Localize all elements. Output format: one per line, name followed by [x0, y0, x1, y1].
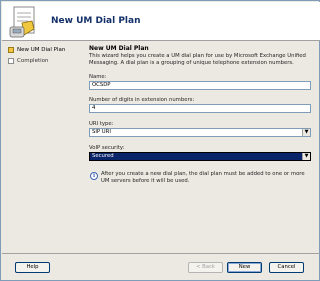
voip-security-label: VoIP security: [89, 145, 125, 151]
name-field[interactable]: OCSDP [89, 81, 311, 90]
info-icon: i [90, 172, 98, 180]
next-button[interactable]: New [227, 262, 262, 273]
page-description: This wizard helps you create a UM dial p… [89, 53, 306, 66]
step-active-icon [8, 47, 14, 53]
wizard-window: New UM Dial Plan New UM Dial Plan Comple… [0, 0, 320, 281]
chevron-down-icon[interactable]: ▼ [302, 153, 310, 160]
help-button[interactable]: Help [15, 262, 50, 273]
step-pending-icon [8, 58, 14, 64]
uri-type-label: URI type: [89, 121, 114, 127]
voip-security-value: Secured [92, 153, 114, 159]
footer-divider [2, 253, 320, 254]
step-new-um-dial-plan[interactable]: New UM Dial Plan [8, 45, 65, 55]
step-completion[interactable]: Completion [8, 56, 49, 66]
wizard-content: New UM Dial Plan This wizard helps you c… [85, 42, 317, 253]
page-title: New UM Dial Plan [89, 45, 149, 52]
back-button[interactable]: < Back [188, 262, 223, 273]
chevron-down-icon[interactable]: ▼ [302, 129, 310, 136]
name-label: Name: [89, 74, 107, 80]
dial-plan-wizard-icon [9, 6, 35, 38]
info-text: After you create a new dial plan, the di… [101, 171, 305, 184]
uri-type-value: SIP URI [92, 129, 111, 135]
step-label: New UM Dial Plan [17, 47, 66, 53]
wizard-header: New UM Dial Plan [2, 2, 320, 41]
cancel-button[interactable]: Cancel [269, 262, 304, 273]
digits-label: Number of digits in extension numbers: [89, 97, 195, 103]
voip-security-select[interactable]: Secured ▼ [89, 152, 311, 161]
wizard-steps-pane: New UM Dial Plan Completion [2, 42, 81, 253]
digits-field[interactable]: 4 [89, 104, 311, 113]
uri-type-select[interactable]: SIP URI ▼ [89, 128, 311, 137]
wizard-title: New UM Dial Plan [51, 16, 141, 26]
step-label: Completion [17, 58, 49, 64]
